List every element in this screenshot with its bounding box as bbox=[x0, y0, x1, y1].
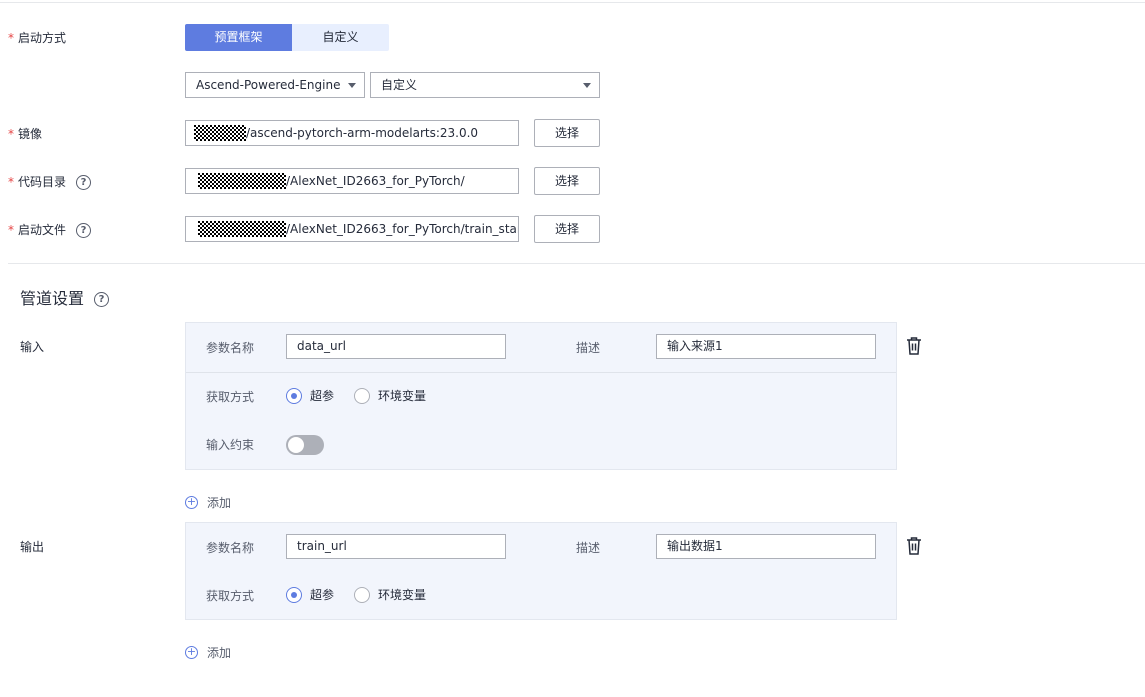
output-param-name-field[interactable]: train_url bbox=[286, 534, 506, 559]
segment-preset-framework[interactable]: 预置框架 bbox=[185, 24, 292, 51]
desc-label: 描述 bbox=[576, 541, 601, 555]
output-add-button[interactable]: + 添加 bbox=[185, 645, 231, 661]
method-label: 获取方式 bbox=[206, 589, 255, 603]
code-dir-label: * 代码目录? bbox=[8, 174, 92, 190]
required-mark: * bbox=[8, 31, 14, 45]
output-panel: 参数名称 train_url 描述 输出数据1 获取方式 超参 环境变量 bbox=[185, 522, 897, 620]
radio-hyperparam[interactable] bbox=[286, 587, 302, 603]
trash-icon[interactable] bbox=[906, 337, 922, 355]
toggle-knob bbox=[288, 437, 304, 453]
section-divider bbox=[8, 263, 1145, 264]
input-param-name-field[interactable]: data_url bbox=[286, 334, 506, 359]
required-mark: * bbox=[8, 127, 14, 141]
engine-select[interactable]: Ascend-Powered-Engine bbox=[185, 72, 365, 98]
param-name-label: 参数名称 bbox=[206, 541, 255, 555]
radio-env-var[interactable] bbox=[354, 388, 370, 404]
chevron-down-icon bbox=[583, 83, 591, 88]
panel-divider bbox=[186, 372, 896, 373]
version-select[interactable]: 自定义 bbox=[370, 72, 600, 98]
radio-env-var[interactable] bbox=[354, 587, 370, 603]
code-dir-input[interactable]: /AlexNet_ID2663_for_PyTorch/ bbox=[185, 168, 519, 194]
radio-hyperparam[interactable] bbox=[286, 388, 302, 404]
required-mark: * bbox=[8, 175, 14, 189]
radio-hyperparam-label: 超参 bbox=[310, 588, 335, 602]
top-divider bbox=[0, 2, 1145, 3]
method-label: 获取方式 bbox=[206, 390, 255, 404]
constraint-label: 输入约束 bbox=[206, 438, 255, 452]
radio-env-var-label: 环境变量 bbox=[378, 389, 427, 403]
input-add-button[interactable]: + 添加 bbox=[185, 495, 231, 511]
plus-circle-icon: + bbox=[185, 645, 198, 659]
version-select-value: 自定义 bbox=[381, 78, 418, 92]
redacted-pattern-icon bbox=[198, 172, 286, 189]
question-circle-icon[interactable]: ? bbox=[76, 175, 92, 190]
redacted-pattern-icon bbox=[194, 124, 246, 141]
image-select-button[interactable]: 选择 bbox=[534, 119, 600, 147]
code-dir-select-button[interactable]: 选择 bbox=[534, 167, 600, 195]
plus-circle-icon: + bbox=[185, 495, 198, 509]
output-section-label: 输出 bbox=[20, 540, 45, 554]
radio-hyperparam-label: 超参 bbox=[310, 389, 335, 403]
boot-file-select-button[interactable]: 选择 bbox=[534, 215, 600, 243]
param-name-label: 参数名称 bbox=[206, 341, 255, 355]
engine-select-value: Ascend-Powered-Engine bbox=[196, 78, 341, 92]
input-desc-field[interactable]: 输入来源1 bbox=[656, 334, 876, 359]
required-mark: * bbox=[8, 223, 14, 237]
image-input[interactable]: /ascend-pytorch-arm-modelarts:23.0.0 bbox=[185, 120, 519, 146]
redacted-pattern-icon bbox=[198, 220, 286, 237]
trash-icon[interactable] bbox=[906, 537, 922, 555]
input-section-label: 输入 bbox=[20, 340, 45, 354]
constraint-toggle[interactable] bbox=[286, 435, 324, 455]
question-circle-icon[interactable]: ? bbox=[76, 223, 92, 238]
boot-file-label: * 启动文件? bbox=[8, 222, 92, 238]
segment-custom[interactable]: 自定义 bbox=[292, 24, 389, 51]
boot-mode-label: * 启动方式 bbox=[8, 31, 67, 45]
question-circle-icon[interactable]: ? bbox=[94, 292, 110, 307]
pipeline-title: 管道设置? bbox=[20, 289, 110, 309]
radio-env-var-label: 环境变量 bbox=[378, 588, 427, 602]
input-panel: 参数名称 data_url 描述 输入来源1 获取方式 超参 环境变量 输入约束 bbox=[185, 322, 897, 470]
image-label: * 镜像 bbox=[8, 127, 43, 141]
desc-label: 描述 bbox=[576, 341, 601, 355]
output-desc-field[interactable]: 输出数据1 bbox=[656, 534, 876, 559]
boot-file-input[interactable]: /AlexNet_ID2663_for_PyTorch/train_start. bbox=[185, 216, 519, 242]
chevron-down-icon bbox=[348, 83, 356, 88]
